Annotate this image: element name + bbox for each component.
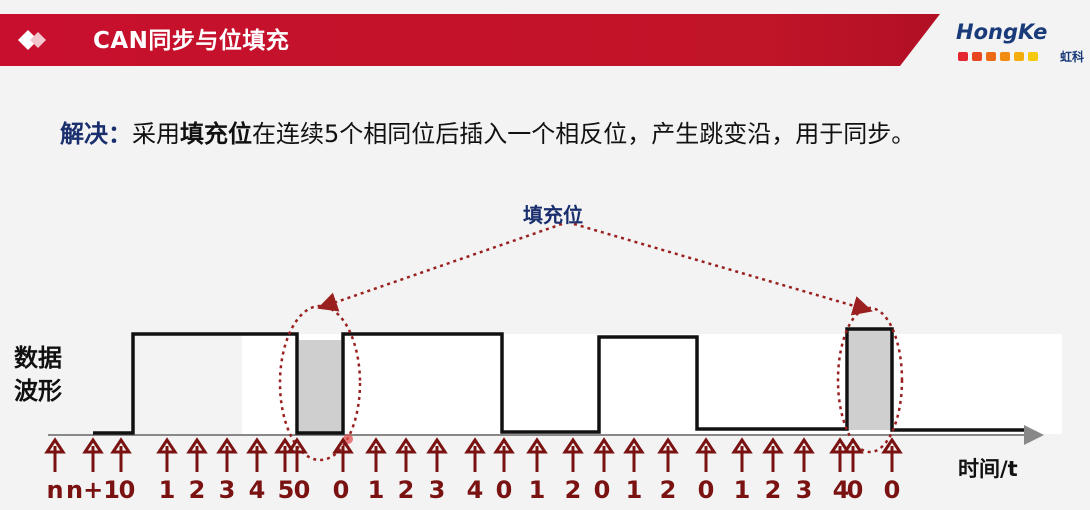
callout-label: 填充位 (523, 203, 583, 227)
tick-label: n (46, 476, 63, 504)
tick-label: 0 (698, 476, 715, 504)
stuffed-bit-fill (299, 340, 341, 433)
x-axis-label: 时间/t (958, 457, 1018, 481)
tick-label: 2 (765, 476, 782, 504)
tick-label: n+1 (66, 476, 120, 504)
tick-label: 5 (278, 476, 295, 504)
tick-label: 0 (119, 476, 136, 504)
stuffed-bit-fill (849, 330, 891, 430)
tick-label: 3 (219, 476, 236, 504)
tick-label: 1 (626, 476, 643, 504)
tick-label: 0 (594, 476, 611, 504)
tick-label: 2 (189, 476, 206, 504)
tick-label: 0 (884, 476, 901, 504)
tick-label: 1 (734, 476, 751, 504)
tick-label: 1 (368, 476, 385, 504)
callout-arrow-left (317, 222, 563, 312)
tick-label: 0 (294, 476, 311, 504)
tick-label: 2 (660, 476, 677, 504)
tick-label: 0 (333, 476, 350, 504)
tick-label: 0 (847, 476, 864, 504)
tick-label: 2 (565, 476, 582, 504)
tick-label: 0 (496, 476, 513, 504)
tick-label: 3 (796, 476, 813, 504)
tick-label: 1 (529, 476, 546, 504)
bit-stuffing-diagram: 填充位 n n+10 1 2 3 4 5 0 0 1 2 3 4 0 1 2 0 1 2 0 1 2 3 40 0 时间/t (44, 203, 1044, 504)
tick-label: 4 (467, 476, 484, 504)
tick-label: 3 (429, 476, 446, 504)
tick-label: 4 (249, 476, 266, 504)
tick-label: 1 (159, 476, 176, 504)
callout-arrow-right (573, 222, 873, 316)
bit-sample-arrows: n n+10 1 2 3 4 5 0 0 1 2 3 4 0 1 2 0 1 2 0 1 2 3 40 0 (44, 437, 903, 504)
tick-label: 2 (398, 476, 415, 504)
